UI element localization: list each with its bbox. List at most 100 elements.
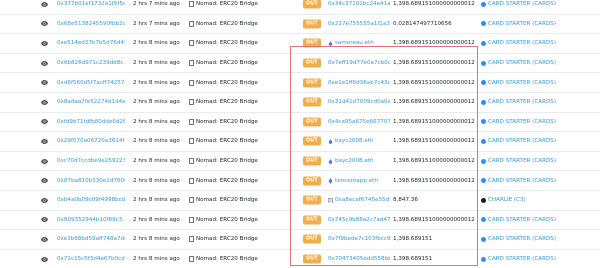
token-link[interactable]: CARD STARTER (CARDS): [481, 158, 600, 164]
txn-age: 2 hrs 8 mins ago: [133, 256, 180, 263]
from-address[interactable]: Nomad: ERC20 Bridge: [189, 1, 289, 8]
to-address-link[interactable]: bayc2008.eth: [328, 138, 390, 145]
token-link[interactable]: CHARLIE (C3): [481, 197, 600, 203]
token-link[interactable]: CARD STARTER (CARDS): [481, 40, 600, 46]
from-address[interactable]: Nomad: ERC20 Bridge: [189, 236, 289, 243]
table-row: 0x377b01ef1732a1f5f5d... 2 hrs 7 mins ago…: [0, 0, 600, 15]
out-badge: OUT: [303, 117, 321, 127]
eye-icon[interactable]: [40, 216, 48, 224]
from-address[interactable]: Nomad: ERC20 Bridge: [189, 79, 289, 86]
txn-hash-link[interactable]: 0xd6f560d5f7acff74257...: [57, 80, 125, 86]
token-label: CARD STARTER (CARDS): [488, 216, 557, 223]
token-label: CARD STARTER (CARDS): [488, 1, 557, 8]
from-address[interactable]: Nomad: ERC20 Bridge: [189, 99, 289, 106]
to-address-link[interactable]: 0x70473405edd558bb33...: [328, 256, 390, 262]
eye-icon[interactable]: [40, 20, 48, 28]
from-address[interactable]: Nomad: ERC20 Bridge: [189, 177, 289, 184]
txn-hash-link[interactable]: 0x8adaa7fe52274d1d4e...: [57, 99, 125, 105]
txn-hash-link[interactable]: 0x68e5138245590fbb2cc...: [57, 21, 125, 27]
token-link[interactable]: CARD STARTER (CARDS): [481, 99, 600, 105]
document-icon: [189, 138, 194, 145]
to-address-link[interactable]: samoreau.eth: [328, 40, 390, 47]
txn-hash-link[interactable]: 0xe3b68bd59aff748a7dd...: [57, 236, 125, 242]
eye-icon[interactable]: [40, 137, 48, 145]
eye-icon[interactable]: [40, 0, 48, 8]
token-link[interactable]: CARD STARTER (CARDS): [481, 80, 600, 86]
eye-icon[interactable]: [40, 255, 48, 263]
txn-hash-link[interactable]: 0xe514ed37b7b5d76d414...: [57, 40, 125, 46]
txn-hash-link[interactable]: 0x87ba810b530e2d7600...: [57, 178, 125, 184]
txn-age: 2 hrs 8 mins ago: [133, 197, 180, 204]
eye-icon[interactable]: [40, 157, 48, 165]
from-label: Nomad: ERC20 Bridge: [196, 20, 258, 27]
eye-icon[interactable]: [40, 79, 48, 87]
transfer-value: 1,398.689151000000000012: [393, 158, 475, 165]
eye-icon[interactable]: [40, 177, 48, 185]
to-address-link[interactable]: bayc2008.eth: [328, 158, 390, 165]
token-link[interactable]: CARD STARTER (CARDS): [481, 178, 600, 184]
txn-hash-link[interactable]: 0x72c15c5f3d4e67b0cdc...: [57, 256, 125, 262]
to-label: 0xe1e1ff0d36ab7c43ca...: [328, 79, 390, 86]
from-address[interactable]: Nomad: ERC20 Bridge: [189, 197, 289, 204]
table-row: 0x29f070a06720a3614f1... 2 hrs 8 mins ago…: [0, 132, 600, 152]
token-link[interactable]: CARD STARTER (CARDS): [481, 60, 600, 66]
to-label: 0x70473405edd558bb33...: [328, 256, 390, 263]
from-address[interactable]: Nomad: ERC20 Bridge: [189, 60, 289, 67]
document-icon: [189, 1, 194, 8]
to-address-link[interactable]: 0xe1e1ff0d36ab7c43ca...: [328, 80, 390, 86]
to-label: 0x745c9b88a2c7ad4719...: [328, 216, 390, 223]
txn-hash-link[interactable]: 0x29f070a06720a3614f1...: [57, 138, 125, 144]
from-address[interactable]: Nomad: ERC20 Bridge: [189, 20, 289, 27]
txn-hash-link[interactable]: 0x0b826d971c239dd8c...: [57, 60, 125, 66]
from-label: Nomad: ERC20 Bridge: [196, 138, 258, 145]
to-address-link[interactable]: 0x745c9b88a2c7ad4719...: [328, 217, 390, 223]
eye-icon[interactable]: [40, 118, 48, 126]
ens-icon: [328, 158, 333, 165]
to-address-link[interactable]: 0x34c37102bc24e41a8...: [328, 1, 390, 7]
eye-icon[interactable]: [40, 98, 48, 106]
token-link[interactable]: CARD STARTER (CARDS): [481, 119, 600, 125]
from-label: Nomad: ERC20 Bridge: [196, 79, 258, 86]
to-address-link[interactable]: 0xa8ecaf6745e55d5935c...: [328, 197, 390, 204]
to-address-link[interactable]: tencentapp.eth: [328, 178, 390, 184]
from-label: Nomad: ERC20 Bridge: [196, 236, 258, 243]
token-coin-icon: [481, 60, 486, 66]
eye-icon[interactable]: [40, 59, 48, 67]
token-coin-icon: [481, 256, 486, 262]
eye-icon[interactable]: [40, 235, 48, 243]
token-coin-icon: [481, 197, 486, 203]
txn-hash-link[interactable]: 0xfd9b71fdfb80dde6d26...: [57, 119, 125, 125]
to-address-link[interactable]: 0x31d41d7009cd0a0a0...: [328, 99, 390, 105]
transfer-value: 1,398.689151000000000012: [393, 177, 475, 184]
eye-icon[interactable]: [40, 39, 48, 47]
token-link[interactable]: CARD STARTER (CARDS): [481, 138, 600, 144]
token-link[interactable]: CARD STARTER (CARDS): [481, 1, 600, 7]
direction-badge: OUT: [303, 234, 321, 244]
from-address[interactable]: Nomad: ERC20 Bridge: [189, 118, 289, 125]
token-link[interactable]: CARD STARTER (CARDS): [481, 256, 600, 262]
txn-age: 2 hrs 8 mins ago: [133, 177, 180, 184]
from-address[interactable]: Nomad: ERC20 Bridge: [189, 216, 289, 223]
to-address-link[interactable]: 0x217e755555a1f1a3f94...: [328, 21, 390, 27]
from-address[interactable]: Nomad: ERC20 Bridge: [189, 256, 289, 263]
to-address-link[interactable]: 0x7f9bede7c103fbcc953...: [328, 236, 390, 242]
ens-icon: [328, 138, 333, 145]
txn-hash-link[interactable]: 0x809352944b10f89c3...: [57, 217, 125, 223]
to-label: 0xa8ecaf6745e55d5935c...: [335, 197, 390, 204]
from-address[interactable]: Nomad: ERC20 Bridge: [189, 40, 289, 47]
contract-icon: [328, 197, 333, 204]
txn-hash-link[interactable]: 0xb4a0b09c09f4998bcd4...: [57, 197, 125, 203]
direction-badge: OUT: [303, 0, 321, 9]
token-link[interactable]: CARD STARTER (CARDS): [481, 236, 600, 242]
from-address[interactable]: Nomad: ERC20 Bridge: [189, 138, 289, 145]
token-link[interactable]: CARD STARTER (CARDS): [481, 217, 600, 223]
to-address-link[interactable]: 0x4ca95a675e667707b0...: [328, 119, 390, 125]
to-address-link[interactable]: 0x7eff19d77e0a7cb0df8...: [328, 60, 390, 66]
txn-hash-link[interactable]: 0xc70d7ccdbe9e259223...: [57, 158, 125, 164]
to-label: 0x34c37102bc24e41a8...: [328, 1, 390, 8]
from-address[interactable]: Nomad: ERC20 Bridge: [189, 158, 289, 165]
from-label: Nomad: ERC20 Bridge: [196, 1, 258, 8]
txn-hash-link[interactable]: 0x377b01ef1732a1f5f5d...: [57, 1, 125, 7]
token-link[interactable]: CARD STARTER (CARDS): [481, 21, 600, 27]
eye-icon[interactable]: [40, 196, 48, 204]
